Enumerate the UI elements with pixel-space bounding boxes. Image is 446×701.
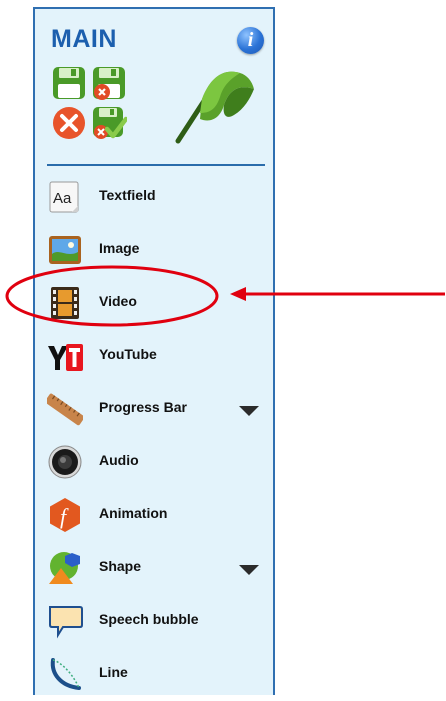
panel-title: MAIN (51, 25, 117, 53)
youtube-icon (47, 338, 83, 374)
chevron-down-icon[interactable] (239, 406, 259, 416)
tool-label: Animation (99, 505, 168, 521)
tool-label: Textfield (99, 187, 156, 203)
tool-item-video[interactable]: Video (35, 277, 273, 330)
shapes-icon (47, 550, 83, 586)
tool-label: Line (99, 664, 128, 680)
tool-item-audio[interactable]: Audio (35, 436, 273, 489)
tool-item-textfield[interactable]: Aa Textfield (35, 171, 273, 224)
curved-line-icon (47, 656, 83, 692)
tool-label: Speech bubble (99, 611, 199, 627)
panel-divider (47, 164, 265, 166)
tool-list: Aa Textfield Image Video YouTube Progres… (35, 171, 273, 701)
save-close-button[interactable] (91, 65, 127, 101)
speech-bubble-icon (47, 603, 83, 639)
tool-item-animation[interactable]: f Animation (35, 489, 273, 542)
tool-item-speech-bubble[interactable]: Speech bubble (35, 595, 273, 648)
tool-label: Image (99, 240, 140, 256)
tool-item-youtube[interactable]: YouTube (35, 330, 273, 383)
chevron-down-icon[interactable] (239, 565, 259, 575)
cancel-button[interactable] (51, 105, 87, 141)
tool-label: Shape (99, 558, 142, 574)
tool-item-image[interactable]: Image (35, 224, 273, 277)
text-aa-icon: Aa (47, 179, 83, 215)
floppy-disk-close-icon (93, 67, 125, 100)
save-button[interactable] (51, 65, 87, 101)
tool-item-progress-bar[interactable]: Progress Bar (35, 383, 273, 436)
tool-item-shape[interactable]: Shape (35, 542, 273, 595)
close-circle-icon (53, 107, 85, 139)
tool-label: YouTube (99, 346, 157, 362)
tool-item-line[interactable]: Line (35, 648, 273, 701)
green-flag-icon[interactable] (172, 61, 257, 153)
speaker-icon (47, 444, 83, 480)
ruler-icon (47, 391, 83, 427)
save-confirm-button[interactable] (91, 105, 127, 141)
main-tool-panel: MAIN i Aa Textfield Image Video YouTube … (33, 7, 275, 695)
tool-label: Video (99, 293, 137, 309)
floppy-disk-check-icon (93, 107, 127, 139)
animation-f-icon: f (47, 497, 83, 533)
svg-text:Aa: Aa (53, 190, 72, 207)
film-strip-icon (47, 285, 83, 321)
info-icon[interactable]: i (237, 27, 264, 54)
floppy-disk-icon (53, 67, 85, 99)
tool-label: Progress Bar (99, 399, 187, 415)
image-icon (47, 232, 83, 268)
tool-label: Audio (99, 452, 139, 468)
